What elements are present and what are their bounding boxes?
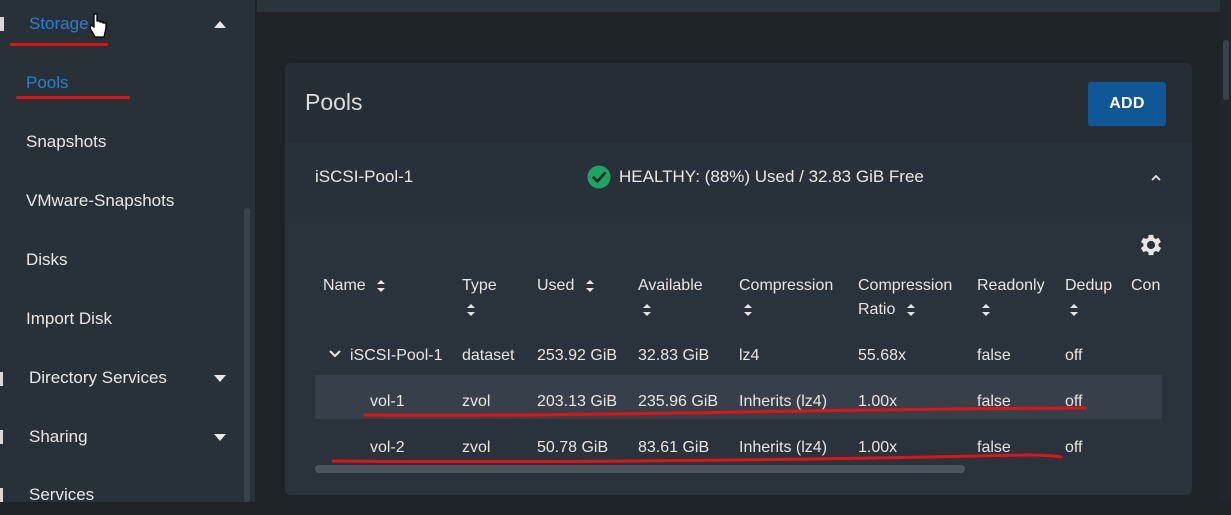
pool-name: iSCSI-Pool-1 [315,167,414,186]
chevron-down-icon [214,433,226,441]
chevron-up-icon[interactable] [1151,173,1161,183]
sidebar-item-label: Directory Services [29,368,167,387]
top-toolbar [257,0,1220,12]
sidebar-item-label: VMware-Snapshots [26,191,175,210]
sidebar-item-label: Import Disk [26,309,112,328]
hand-cursor-icon [89,13,107,38]
sidebar-item-label: Storage [29,14,89,33]
pool-status: HEALTHY: (88%) Used / 32.83 GiB Free [587,165,924,189]
sidebar-scrollbar[interactable] [244,208,250,502]
sidebar-item-services[interactable]: Services [0,475,240,515]
pool-header[interactable]: iSCSI-Pool-1 HEALTHY: (88%) Used / 32.83… [285,143,1192,219]
sidebar-item-directory-services[interactable]: Directory Services [0,358,240,398]
sidebar: Storage Pools Snapshots VMware-Snapshots… [0,0,255,504]
pools-card: Pools ADD iSCSI-Pool-1 HEALTHY: (88%) Us… [285,63,1192,495]
annotation-underline [363,406,1087,417]
sidebar-item-label: Pools [26,73,69,92]
sidebar-item-vmware-snapshots[interactable]: VMware-Snapshots [0,181,240,221]
sidebar-item-sharing[interactable]: Sharing [0,417,240,457]
annotation-underline [10,43,108,46]
add-pool-button[interactable]: ADD [1088,82,1166,126]
annotation-underline [331,453,1063,464]
sidebar-item-import-disk[interactable]: Import Disk [0,299,240,339]
page-scrollbar[interactable] [1220,0,1231,502]
check-circle-icon [587,165,611,189]
sidebar-item-snapshots[interactable]: Snapshots [0,122,240,162]
sidebar-item-label: Services [29,485,95,504]
sidebar-item-storage[interactable]: Storage [0,4,240,44]
sidebar-item-disks[interactable]: Disks [0,240,240,280]
sidebar-item-label: Sharing [29,427,88,446]
chevron-up-icon [214,20,226,28]
pool-datasets-table: Name Type Used Available Compression Com… [285,219,1192,495]
sidebar-item-label: Disks [26,250,68,269]
chevron-down-icon [214,374,226,382]
annotation-underline [16,96,130,99]
sidebar-item-label: Snapshots [26,132,107,151]
pool-status-text: HEALTHY: (88%) Used / 32.83 GiB Free [619,167,924,186]
annotation-strokes [331,406,1087,464]
page-title: Pools [305,89,363,115]
